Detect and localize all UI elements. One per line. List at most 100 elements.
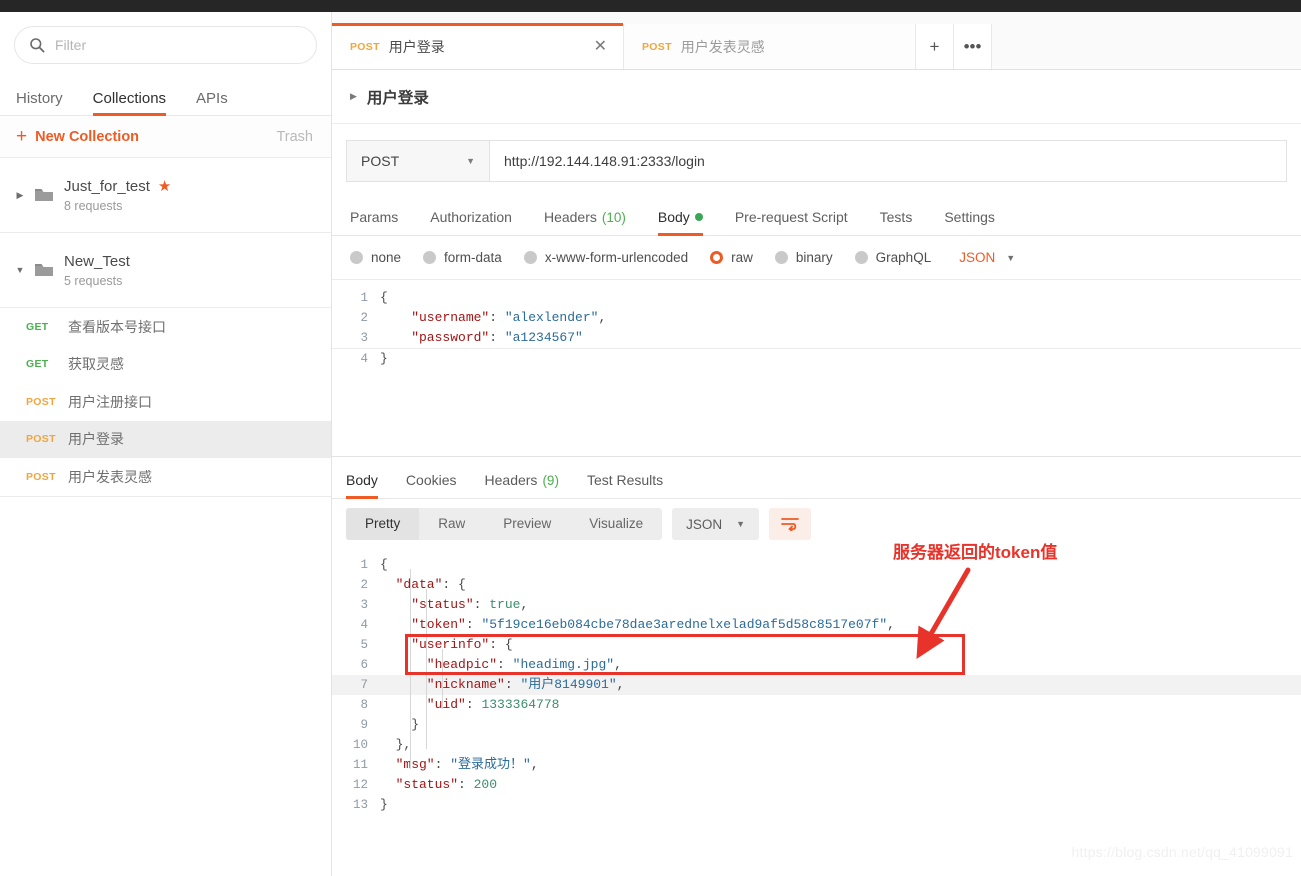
search-input[interactable] <box>55 37 302 53</box>
response-body-editor[interactable]: 1 { 2 "data": { 3 "status": true, 4 "tok… <box>332 549 1301 815</box>
code-line: 11 "msg": "登录成功！", <box>332 755 1301 775</box>
code-line-token: 4 "token": "5f19ce16eb084cbe78dae3aredne… <box>332 615 1301 635</box>
trash-button[interactable]: Trash <box>276 129 313 145</box>
indent-guide <box>442 649 443 709</box>
list-item-selected[interactable]: POST 用户登录 <box>0 420 331 458</box>
radio-urlencoded-label: x-www-form-urlencoded <box>544 250 689 265</box>
collection-text: New_Test 5 requests <box>64 253 130 288</box>
request-body-editor[interactable]: 1 { 2 "username": "alexlender", 3 "passw… <box>332 280 1301 430</box>
body-format-select[interactable]: JSON ▼ <box>959 250 1015 265</box>
url-row: POST ▼ http://192.144.148.91:2333/login <box>332 124 1301 182</box>
tab-authorization-label: Authorization <box>430 209 512 225</box>
radio-graphql-label: GraphQL <box>875 250 932 265</box>
sidebar-tab-collections[interactable]: Collections <box>92 90 167 116</box>
method-value: POST <box>361 153 400 169</box>
method-select[interactable]: POST ▼ <box>346 140 490 182</box>
code-text: { <box>380 557 388 572</box>
code-text: "userinfo": { <box>380 637 513 652</box>
new-collection-button[interactable]: + New Collection <box>16 127 139 146</box>
star-icon[interactable]: ★ <box>158 177 171 195</box>
code-text: } <box>380 717 420 732</box>
tab-user-post-inspiration[interactable]: POST 用户发表灵感 <box>624 24 916 69</box>
radio-graphql[interactable]: GraphQL <box>854 250 932 265</box>
radio-binary[interactable]: binary <box>774 250 833 265</box>
tab-options-button[interactable]: ••• <box>954 24 992 69</box>
chevron-right-icon[interactable]: ▶ <box>12 190 28 201</box>
code-line: 13 } <box>332 795 1301 815</box>
tab-method-badge: POST <box>350 40 380 53</box>
url-input[interactable]: http://192.144.148.91:2333/login <box>490 140 1287 182</box>
tab-test-results[interactable]: Test Results <box>573 472 677 498</box>
request-name: 用户注册接口 <box>68 393 152 410</box>
view-pretty[interactable]: Pretty <box>346 508 420 540</box>
code-text: "status": true, <box>411 597 529 612</box>
chevron-right-icon[interactable]: ▶ <box>350 91 357 102</box>
sidebar-tab-apis[interactable]: APIs <box>196 90 228 115</box>
indent-guide <box>426 589 427 749</box>
view-visualize[interactable]: Visualize <box>570 508 662 540</box>
line-number: 2 <box>360 578 368 592</box>
code-text: "token": "5f19ce16eb084cbe78dae3arednelx… <box>380 617 895 632</box>
list-item[interactable]: POST 用户注册接口 <box>0 383 331 421</box>
view-preview[interactable]: Preview <box>484 508 570 540</box>
chevron-down-icon[interactable]: ▼ <box>12 265 28 275</box>
code-line-active: 7 "nickname": "用户8149901", <box>332 675 1301 695</box>
msg-value: 登录成功！ <box>458 757 524 772</box>
radio-raw[interactable]: raw <box>710 250 753 265</box>
tab-tests[interactable]: Tests <box>864 209 929 235</box>
code-line: 8 "uid": 1333364778 <box>332 695 1301 715</box>
tab-settings-label: Settings <box>944 209 995 225</box>
request-method-badge: POST <box>26 395 56 408</box>
tab-user-login[interactable]: POST 用户登录 ✕ <box>332 23 624 69</box>
response-format-value: JSON <box>686 516 723 532</box>
line-number: 13 <box>352 798 368 812</box>
chevron-down-icon: ▼ <box>1006 252 1016 263</box>
request-name: 用户登录 <box>68 431 124 448</box>
tab-response-body[interactable]: Body <box>332 472 392 499</box>
code-text: "msg": "登录成功！", <box>380 757 539 772</box>
tab-headers[interactable]: Headers (10) <box>528 209 642 235</box>
list-item[interactable]: GET 查看版本号接口 <box>0 308 331 346</box>
tab-response-cookies[interactable]: Cookies <box>392 472 471 498</box>
headers-count-badge: (10) <box>601 209 626 225</box>
filter-search-box[interactable] <box>14 26 317 64</box>
response-format-select[interactable]: JSON ▼ <box>672 508 760 540</box>
collection-item-just-for-test[interactable]: ▶ Just_for_test ★ 8 requests <box>0 158 331 233</box>
line-number: 3 <box>360 598 368 612</box>
sidebar-tab-history[interactable]: History <box>16 90 63 115</box>
code-line: 9 } <box>332 715 1301 735</box>
collection-name-label: Just_for_test <box>64 177 150 195</box>
indent-guide <box>410 569 411 769</box>
list-item[interactable]: GET 获取灵感 <box>0 346 331 384</box>
response-headers-count-badge: (9) <box>542 472 559 488</box>
tab-authorization[interactable]: Authorization <box>414 209 528 235</box>
annotation-label: 服务器返回的token值 <box>893 543 1058 562</box>
code-text: "data": { <box>380 577 466 592</box>
collection-item-new-test[interactable]: ▼ New_Test 5 requests <box>0 233 331 308</box>
new-collection-label: New Collection <box>35 128 140 145</box>
tab-settings[interactable]: Settings <box>928 209 1011 235</box>
code-line: 3 "status": true, <box>332 595 1301 615</box>
code-line: 2 "username": "alexlender", <box>332 308 1301 328</box>
code-line: 10 }, <box>332 735 1301 755</box>
tab-response-headers[interactable]: Headers (9) <box>471 472 573 498</box>
word-wrap-icon[interactable] <box>769 508 812 540</box>
collection-name: Just_for_test ★ <box>64 177 171 196</box>
close-icon[interactable]: ✕ <box>576 38 607 55</box>
body-type-selector: none form-data x-www-form-urlencoded raw… <box>332 236 1301 280</box>
new-tab-button[interactable]: + <box>916 24 954 69</box>
radio-none[interactable]: none <box>350 250 401 265</box>
tab-tests-label: Tests <box>879 209 913 225</box>
tab-pre-request-script-label: Pre-request Script <box>734 209 848 225</box>
list-item[interactable]: POST 用户发表灵感 <box>0 458 331 496</box>
radio-x-www-form-urlencoded[interactable]: x-www-form-urlencoded <box>523 250 689 265</box>
sidebar-tabs: History Collections APIs <box>0 76 331 116</box>
tab-params[interactable]: Params <box>350 209 414 235</box>
code-text: { <box>380 290 388 305</box>
tab-pre-request-script[interactable]: Pre-request Script <box>719 209 864 235</box>
status-value: 200 <box>473 777 498 792</box>
tab-body[interactable]: Body <box>642 209 719 236</box>
token-value: 5f19ce16eb084cbe78dae3arednelxelad9af5d5… <box>489 617 880 632</box>
radio-form-data[interactable]: form-data <box>423 250 502 265</box>
view-raw[interactable]: Raw <box>419 508 484 540</box>
